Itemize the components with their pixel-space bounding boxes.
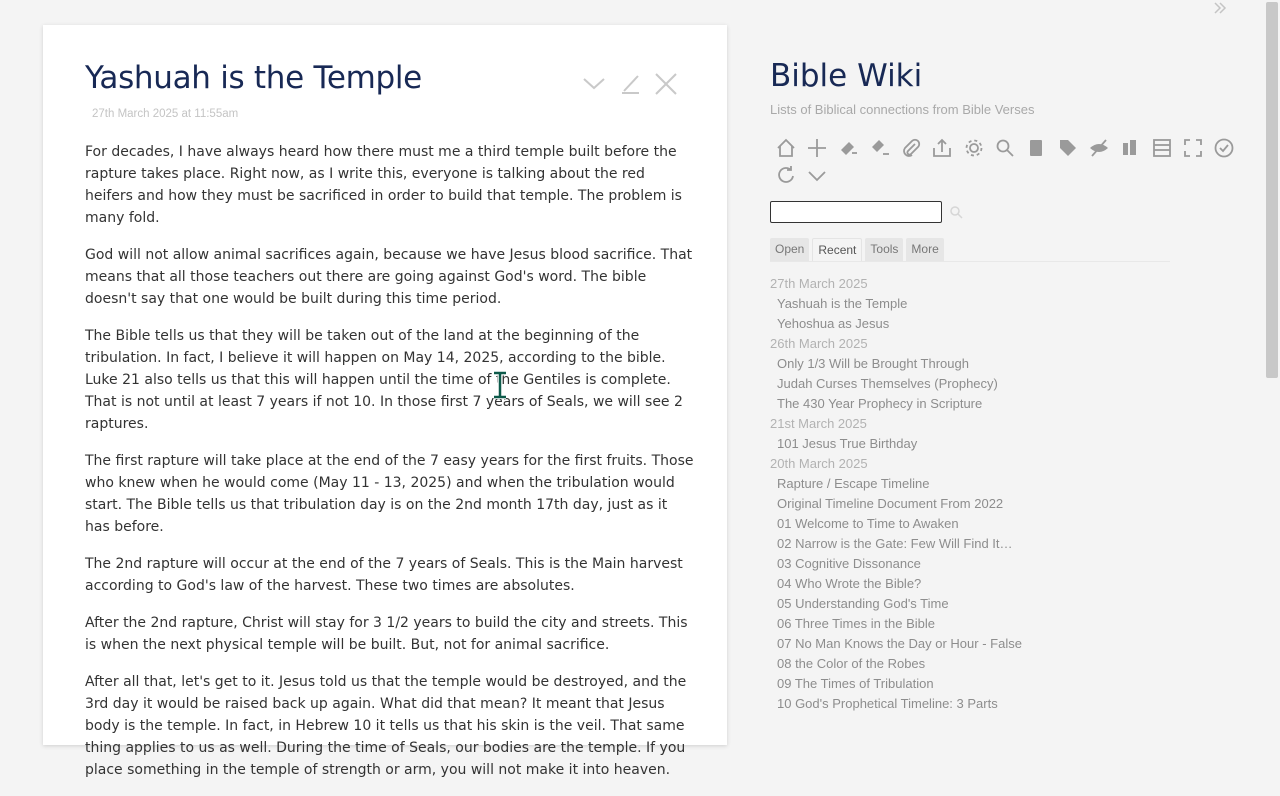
check-circle-icon[interactable] [1209, 134, 1240, 162]
notebook-icon[interactable] [1021, 134, 1052, 162]
tab-more[interactable]: More [906, 238, 944, 261]
close-icon[interactable] [653, 71, 679, 97]
search-row [770, 201, 964, 223]
recent-link[interactable]: 02 Narrow is the Gate: Few Will Find It… [770, 534, 1210, 554]
recent-list: 27th March 2025 Yashuah is the Temple Ye… [770, 274, 1210, 714]
tiddler-controls [581, 71, 679, 97]
recent-link[interactable]: 08 the Color of the Robes [770, 654, 1210, 674]
recent-link[interactable]: Original Timeline Document From 2022 [770, 494, 1210, 514]
body-paragraph: After all that, let's get to it. Jesus t… [85, 674, 687, 778]
new-tiddler-icon[interactable] [801, 134, 832, 162]
body-paragraph: After the 2nd rapture, Christ will stay … [85, 615, 688, 653]
storyview-icon[interactable] [1146, 134, 1177, 162]
text-cursor-icon [491, 370, 509, 400]
body-paragraph: God will not allow animal sacrifices aga… [85, 247, 693, 307]
search-input[interactable] [770, 201, 942, 223]
date-heading: 21st March 2025 [770, 416, 867, 431]
body-paragraph: The Bible tells us that they will be tak… [85, 328, 683, 432]
new-image-icon[interactable] [864, 134, 895, 162]
date-heading: 27th March 2025 [770, 276, 868, 291]
recent-link[interactable]: Yashuah is the Temple [770, 294, 1210, 314]
hidden-eye-icon[interactable] [1083, 134, 1114, 162]
tab-open[interactable]: Open [770, 238, 810, 261]
new-journal-icon[interactable] [833, 134, 864, 162]
story-river: Yashuah is the Temple 27th March 2025 at… [0, 0, 740, 778]
tiddler-subtitle: 27th March 2025 at 11:55am [92, 108, 239, 120]
home-icon[interactable] [770, 134, 801, 162]
search-icon[interactable] [948, 204, 964, 220]
recent-link[interactable]: 101 Jesus True Birthday [770, 434, 1210, 454]
recent-link[interactable]: 07 No Man Knows the Day or Hour - False [770, 634, 1210, 654]
scrollbar-thumb[interactable] [1266, 2, 1278, 378]
recent-link[interactable]: 01 Welcome to Time to Awaken [770, 514, 1210, 534]
tiddler-body: For decades, I have always heard how the… [85, 141, 695, 796]
recent-link[interactable]: Yehoshua as Jesus [770, 314, 1210, 334]
chevron-down-icon[interactable] [802, 162, 834, 190]
date-heading: 26th March 2025 [770, 336, 868, 351]
body-paragraph: The first rapture will take place at the… [85, 453, 694, 535]
recent-link[interactable]: Rapture / Escape Timeline [770, 474, 1210, 494]
site-subtitle: Lists of Biblical connections from Bible… [770, 102, 1035, 117]
recent-link[interactable]: 09 The Times of Tribulation [770, 674, 1210, 694]
refresh-icon[interactable] [770, 162, 802, 190]
tab-recent[interactable]: Recent [812, 238, 863, 261]
sidebar-tabs: Open Recent Tools More [770, 238, 1170, 262]
recent-link[interactable]: Judah Curses Themselves (Prophecy) [770, 374, 1210, 394]
tiddler-title: Yashuah is the Temple [85, 60, 422, 96]
fullscreen-icon[interactable] [1177, 134, 1208, 162]
tag-icon[interactable] [1052, 134, 1083, 162]
body-paragraph: The 2nd rapture will occur at the end of… [85, 556, 683, 594]
chevron-double-right-icon[interactable] [1210, 0, 1230, 16]
tiddler-frame: Yashuah is the Temple 27th March 2025 at… [43, 25, 727, 778]
sidebar: Bible Wiki Lists of Biblical connections… [770, 0, 1240, 720]
page-toolbar [770, 134, 1240, 190]
edit-icon[interactable] [617, 71, 643, 97]
recent-link[interactable]: 06 Three Times in the Bible [770, 614, 1210, 634]
recent-link[interactable]: The 430 Year Prophecy in Scripture [770, 394, 1210, 414]
date-heading: 20th March 2025 [770, 456, 868, 471]
site-title: Bible Wiki [770, 58, 923, 94]
recent-link[interactable]: 04 Who Wrote the Bible? [770, 574, 1210, 594]
search-icon[interactable] [989, 134, 1020, 162]
chevron-down-icon[interactable] [581, 71, 607, 97]
recent-link[interactable]: 03 Cognitive Dissonance [770, 554, 1210, 574]
recent-link[interactable]: Only 1/3 Will be Brought Through [770, 354, 1210, 374]
recent-link[interactable]: 10 God's Prophetical Timeline: 3 Parts [770, 694, 1210, 714]
recent-link[interactable]: 05 Understanding God's Time [770, 594, 1210, 614]
body-paragraph: For decades, I have always heard how the… [85, 144, 682, 226]
gear-icon[interactable] [958, 134, 989, 162]
tab-tools[interactable]: Tools [865, 238, 904, 261]
attachment-icon[interactable] [895, 134, 926, 162]
export-icon[interactable] [927, 134, 958, 162]
layout-icon[interactable] [1115, 134, 1146, 162]
